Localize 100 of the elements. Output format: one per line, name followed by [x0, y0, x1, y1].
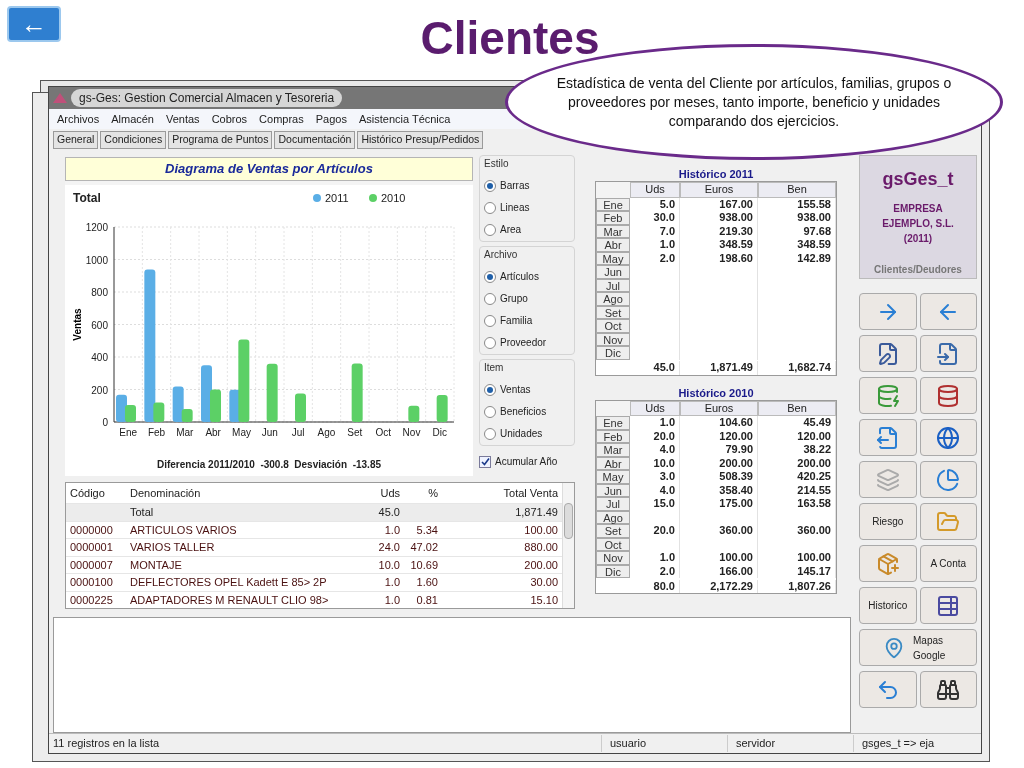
group-title: Item [484, 361, 505, 375]
table-cell: 198.60 [680, 251, 758, 265]
table-cell: 200.00 [680, 456, 758, 470]
table-cell: 30.0 [630, 211, 680, 225]
table-cell: 145.17 [758, 564, 836, 578]
row-header: Jul [596, 497, 630, 511]
table-cell-text: 0000007 [69, 557, 114, 573]
radio-button[interactable] [484, 270, 496, 283]
y-tick-label: 800 [91, 287, 108, 298]
x-tick-label: Jun [261, 427, 278, 438]
menu-item[interactable]: Almacén [111, 110, 154, 128]
table-cell: 7.0 [630, 224, 680, 238]
menu-item[interactable]: Pagos [315, 110, 347, 128]
row-header: Nov [596, 551, 630, 565]
chart-bar [408, 405, 420, 422]
toolbar-button[interactable]: Historico [859, 587, 917, 624]
company-name: EMPRESA EJEMPLO, S.L. (2011) [881, 202, 955, 246]
table-cell-text: VARIOS TALLER [129, 540, 216, 555]
toolbar-button[interactable] [919, 587, 977, 624]
tab[interactable]: Condiciones [100, 131, 167, 149]
table-cell-text: 0.81 [415, 592, 439, 608]
radio-label: Beneficios [500, 405, 547, 419]
column-header: Euros [680, 182, 758, 198]
radio-button[interactable] [484, 223, 496, 236]
toolbar-button[interactable] [919, 419, 977, 456]
radio-button[interactable] [484, 427, 496, 440]
tab[interactable]: Programa de Puntos [168, 131, 273, 149]
table-cell: 120.00 [758, 429, 836, 443]
axis-title: Ventas [72, 308, 83, 341]
chart-heading: Diagrama de Ventas por Artículos [65, 157, 473, 181]
table-cell: 420.25 [758, 470, 836, 484]
x-tick-label: Jul [291, 427, 305, 438]
y-tick-label: 0 [102, 417, 108, 428]
table-cell: 38.22 [758, 443, 836, 457]
toolbar-button[interactable] [859, 335, 917, 372]
tab[interactable]: Histórico Presup/Pedidos [357, 131, 484, 149]
radio-label: Ventas [500, 383, 531, 397]
row-header: Dic [596, 346, 630, 360]
radio-button[interactable] [484, 201, 496, 214]
table-cell-text: 0000001 [69, 540, 114, 555]
map-icon [883, 636, 905, 659]
toolbar-button[interactable]: A Conta [919, 545, 977, 582]
database-plus-icon [875, 383, 900, 408]
radio-button[interactable] [484, 405, 496, 418]
menu-item[interactable]: Compras [259, 110, 304, 128]
table-cell: 1.0 [630, 551, 680, 565]
row-header: Ago [596, 292, 630, 306]
pie-chart-icon [936, 467, 961, 492]
table-cell: 3.0 [630, 470, 680, 484]
table-cell-text: MONTAJE [129, 557, 183, 573]
y-tick-label: 600 [91, 319, 108, 331]
radio-button[interactable] [484, 336, 496, 349]
menu-item[interactable]: Asistencia Técnica [358, 110, 451, 128]
checkbox-label: Acumular Año [495, 455, 558, 469]
total-cell: 45.0 [630, 361, 680, 375]
toolbar-button[interactable]: Mapas Google [859, 629, 977, 666]
radio-label: Proveedor [500, 336, 547, 350]
radio-button[interactable] [484, 383, 496, 396]
row-header: Mar [596, 443, 630, 457]
section-label: Clientes/Deudores [874, 263, 962, 277]
table-cell: 45.49 [758, 416, 836, 430]
x-tick-label: Abr [205, 427, 221, 438]
table-cell-text: 5.34 [415, 522, 439, 538]
y-tick-label: 200 [91, 384, 108, 396]
tab[interactable]: General [53, 131, 99, 149]
menu-item[interactable]: Cobros [211, 110, 248, 128]
table-edit-icon [936, 593, 961, 618]
table-cell: 938.00 [758, 211, 836, 225]
radio-button[interactable] [484, 292, 496, 305]
table-cell: 200.00 [758, 456, 836, 470]
x-tick-label: Mar [176, 427, 194, 438]
toolbar-button[interactable]: Riesgo [859, 503, 917, 540]
scrollbar[interactable] [562, 483, 574, 608]
chart-bar [436, 395, 448, 422]
toolbar-button[interactable] [919, 335, 977, 372]
menu-item[interactable]: Ventas [166, 110, 200, 128]
tab[interactable]: Documentación [274, 131, 356, 149]
table-cell: 360.00 [680, 524, 758, 538]
total-cell: 80.0 [630, 579, 680, 593]
radio-button[interactable] [484, 314, 496, 327]
x-tick-label: Nov [402, 427, 421, 438]
chart-bar [351, 363, 363, 422]
toolbar-button[interactable] [919, 377, 977, 414]
table-cell: 508.39 [680, 470, 758, 484]
checkbox[interactable] [479, 455, 491, 468]
table-cell: 5.0 [630, 197, 680, 211]
table-cell: 79.90 [680, 443, 758, 457]
status-text: servidor [727, 735, 853, 752]
radio-button[interactable] [484, 179, 496, 192]
x-tick-label: Oct [375, 427, 391, 438]
table-cell-text: 200.00 [523, 557, 559, 573]
table-cell: 155.58 [758, 197, 836, 211]
radio-label: Unidades [500, 427, 543, 441]
group-title: Archivo [484, 248, 519, 262]
toolbar-button[interactable] [919, 671, 977, 708]
radio-label: Lineas [500, 201, 530, 215]
table-cell: 360.00 [758, 524, 836, 538]
folder-icon [936, 509, 961, 534]
back-button[interactable]: ← [7, 6, 61, 42]
menu-item[interactable]: Archivos [57, 110, 100, 128]
